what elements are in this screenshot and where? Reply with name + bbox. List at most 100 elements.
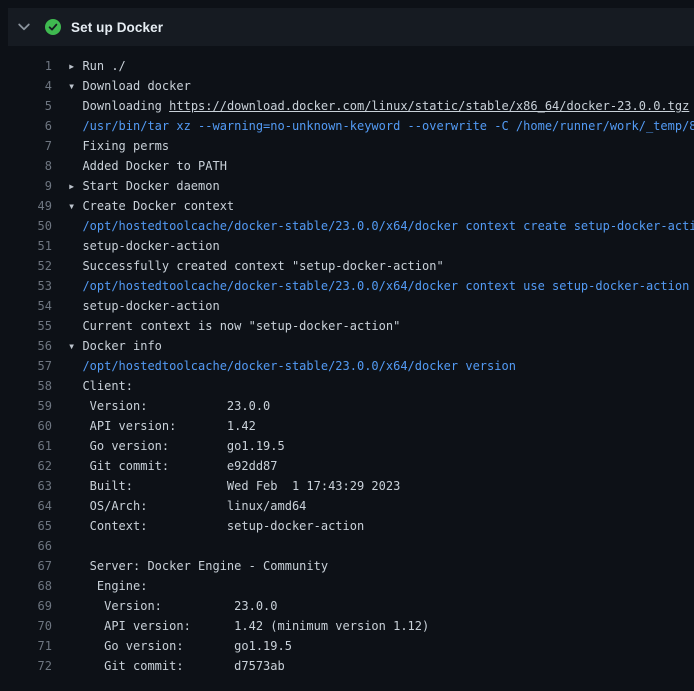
line-number[interactable]: 57 bbox=[0, 356, 52, 376]
line-number[interactable]: 61 bbox=[0, 436, 52, 456]
log-group-line[interactable]: 49 ▾Create Docker context bbox=[0, 196, 694, 216]
line-number[interactable]: 1 bbox=[0, 56, 52, 76]
line-content: Server: Docker Engine - Community bbox=[68, 556, 328, 576]
log-line: 63 Built: Wed Feb 1 17:43:29 2023 bbox=[0, 476, 694, 496]
line-content: Go version: go1.19.5 bbox=[68, 636, 292, 656]
line-number[interactable]: 5 bbox=[0, 96, 52, 116]
line-content: ▾Docker info bbox=[68, 336, 162, 356]
log-text: API version: 1.42 (minimum version 1.12) bbox=[82, 619, 429, 633]
line-content: Added Docker to PATH bbox=[68, 156, 227, 176]
line-content: Built: Wed Feb 1 17:43:29 2023 bbox=[68, 476, 400, 496]
log-text: Version: 23.0.0 bbox=[82, 399, 270, 413]
log-text: Server: Docker Engine - Community bbox=[82, 559, 328, 573]
line-number[interactable]: 58 bbox=[0, 376, 52, 396]
line-number[interactable]: 8 bbox=[0, 156, 52, 176]
log-group-line[interactable]: 56 ▾Docker info bbox=[0, 336, 694, 356]
line-number[interactable]: 71 bbox=[0, 636, 52, 656]
log-text: /usr/bin/tar xz --warning=no-unknown-key… bbox=[82, 119, 694, 133]
log-line: 51 setup-docker-action bbox=[0, 236, 694, 256]
line-number[interactable]: 7 bbox=[0, 136, 52, 156]
line-number[interactable]: 49 bbox=[0, 196, 52, 216]
line-number[interactable]: 60 bbox=[0, 416, 52, 436]
log-line: 65 Context: setup-docker-action bbox=[0, 516, 694, 536]
line-number[interactable]: 4 bbox=[0, 76, 52, 96]
log-text: Go version: go1.19.5 bbox=[82, 439, 284, 453]
log-text: /opt/hostedtoolcache/docker-stable/23.0.… bbox=[82, 279, 689, 293]
triangle-collapsed-icon[interactable]: ▸ bbox=[68, 176, 82, 196]
log-lines: 1▸Run ./4▾Download docker5Downloading ht… bbox=[0, 46, 694, 676]
line-number[interactable]: 6 bbox=[0, 116, 52, 136]
log-line: 57/opt/hostedtoolcache/docker-stable/23.… bbox=[0, 356, 694, 376]
log-text: Downloading bbox=[82, 99, 169, 113]
log-group-line[interactable]: 9▸Start Docker daemon bbox=[0, 176, 694, 196]
line-number[interactable]: 55 bbox=[0, 316, 52, 336]
triangle-collapsed-icon[interactable]: ▸ bbox=[68, 56, 82, 76]
log-text: Built: Wed Feb 1 17:43:29 2023 bbox=[82, 479, 400, 493]
line-content: /opt/hostedtoolcache/docker-stable/23.0.… bbox=[68, 356, 516, 376]
log-text: Added Docker to PATH bbox=[82, 159, 227, 173]
log-text: Current context is now "setup-docker-act… bbox=[82, 319, 400, 333]
line-number[interactable]: 67 bbox=[0, 556, 52, 576]
step-title: Set up Docker bbox=[71, 20, 163, 35]
line-content: /opt/hostedtoolcache/docker-stable/23.0.… bbox=[68, 216, 694, 236]
log-line: 8 Added Docker to PATH bbox=[0, 156, 694, 176]
line-content: Downloading https://download.docker.com/… bbox=[68, 96, 689, 116]
line-content: Git commit: e92dd87 bbox=[68, 456, 278, 476]
actions-log-panel: Set up Docker 1▸Run ./4▾Download docker5… bbox=[0, 8, 694, 691]
log-link[interactable]: https://download.docker.com/linux/static… bbox=[169, 99, 689, 113]
line-number[interactable]: 63 bbox=[0, 476, 52, 496]
line-number[interactable]: 56 bbox=[0, 336, 52, 356]
line-content: ▾Create Docker context bbox=[68, 196, 234, 216]
line-number[interactable]: 52 bbox=[0, 256, 52, 276]
log-line: 6/usr/bin/tar xz --warning=no-unknown-ke… bbox=[0, 116, 694, 136]
line-number[interactable]: 72 bbox=[0, 656, 52, 676]
log-text: Fixing perms bbox=[82, 139, 169, 153]
log-text: setup-docker-action bbox=[82, 299, 219, 313]
line-content bbox=[68, 536, 82, 556]
line-content: OS/Arch: linux/amd64 bbox=[68, 496, 306, 516]
line-number[interactable]: 69 bbox=[0, 596, 52, 616]
log-line: 61 Go version: go1.19.5 bbox=[0, 436, 694, 456]
log-text: Create Docker context bbox=[82, 199, 234, 213]
line-number[interactable]: 50 bbox=[0, 216, 52, 236]
log-text: Client: bbox=[82, 379, 133, 393]
line-number[interactable]: 53 bbox=[0, 276, 52, 296]
chevron-down-icon[interactable] bbox=[16, 19, 32, 35]
line-number[interactable]: 65 bbox=[0, 516, 52, 536]
line-content: API version: 1.42 (minimum version 1.12) bbox=[68, 616, 429, 636]
line-content: Engine: bbox=[68, 576, 147, 596]
line-content: Version: 23.0.0 bbox=[68, 396, 270, 416]
log-text: setup-docker-action bbox=[82, 239, 219, 253]
triangle-expanded-icon[interactable]: ▾ bbox=[68, 196, 82, 216]
log-line: 71 Go version: go1.19.5 bbox=[0, 636, 694, 656]
line-number[interactable]: 62 bbox=[0, 456, 52, 476]
line-number[interactable]: 59 bbox=[0, 396, 52, 416]
log-line: 5 Downloading https://download.docker.com… bbox=[0, 96, 694, 116]
triangle-expanded-icon[interactable]: ▾ bbox=[68, 336, 82, 356]
line-number[interactable]: 9 bbox=[0, 176, 52, 196]
triangle-expanded-icon[interactable]: ▾ bbox=[68, 76, 82, 96]
log-line: 66 bbox=[0, 536, 694, 556]
step-header[interactable]: Set up Docker bbox=[8, 8, 694, 46]
log-text: Git commit: d7573ab bbox=[82, 659, 284, 673]
line-number[interactable]: 70 bbox=[0, 616, 52, 636]
log-group-line[interactable]: 1▸Run ./ bbox=[0, 56, 694, 76]
log-line: 67 Server: Docker Engine - Community bbox=[0, 556, 694, 576]
line-content: Current context is now "setup-docker-act… bbox=[68, 316, 400, 336]
log-line: 52Successfully created context "setup-do… bbox=[0, 256, 694, 276]
log-line: 55 Current context is now "setup-docker-a… bbox=[0, 316, 694, 336]
line-content: /opt/hostedtoolcache/docker-stable/23.0.… bbox=[68, 276, 689, 296]
log-line: 70 API version: 1.42 (minimum version 1.… bbox=[0, 616, 694, 636]
line-number[interactable]: 68 bbox=[0, 576, 52, 596]
log-line: 68 Engine: bbox=[0, 576, 694, 596]
line-number[interactable]: 64 bbox=[0, 496, 52, 516]
line-content: ▾Download docker bbox=[68, 76, 191, 96]
log-line: 60 API version: 1.42 bbox=[0, 416, 694, 436]
line-number[interactable]: 51 bbox=[0, 236, 52, 256]
line-number[interactable]: 54 bbox=[0, 296, 52, 316]
log-group-line[interactable]: 4 ▾Download docker bbox=[0, 76, 694, 96]
line-number[interactable]: 66 bbox=[0, 536, 52, 556]
log-text: API version: 1.42 bbox=[82, 419, 255, 433]
log-line: 54 setup-docker-action bbox=[0, 296, 694, 316]
log-line: 59 Version: 23.0.0 bbox=[0, 396, 694, 416]
